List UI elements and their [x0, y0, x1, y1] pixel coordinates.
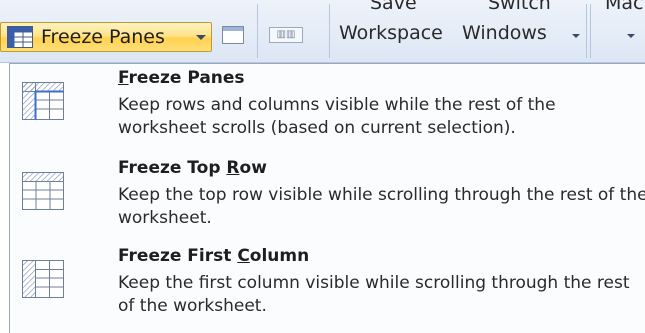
ribbon-separator — [329, 4, 330, 58]
ribbon-separator — [586, 4, 587, 58]
title-text: reeze Panes — [128, 68, 245, 88]
freeze-top-row-icon — [22, 172, 64, 214]
menu-item-freeze-panes[interactable]: Freeze Panes Keep rows and columns visib… — [10, 68, 645, 154]
freeze-panes-menu: Freeze Panes Keep rows and columns visib… — [9, 63, 645, 333]
title-text: Freeze First — [118, 246, 238, 266]
menu-item-description: Keep rows and columns visible while the … — [118, 95, 556, 138]
switch-windows-label-top: Switch — [488, 0, 551, 14]
freeze-panes-icon — [7, 26, 33, 52]
accelerator-key: R — [226, 158, 240, 178]
side-by-side-icon[interactable]: ▥▥ — [269, 27, 303, 43]
title-text: olumn — [249, 246, 310, 266]
freeze-first-column-icon — [22, 260, 64, 302]
accelerator-key: F — [118, 68, 129, 88]
chevron-down-icon — [196, 35, 206, 40]
menu-item-description: Keep the top row visible while scrolling… — [118, 185, 645, 228]
accelerator-key: C — [237, 246, 250, 266]
menu-item-freeze-top-row[interactable]: Freeze Top Row Keep the top row visible … — [10, 158, 645, 238]
ribbon-separator — [257, 4, 258, 58]
save-workspace-label-top: Save — [370, 0, 417, 14]
macros-label-partial[interactable]: Mac — [605, 0, 643, 14]
menu-item-freeze-first-column[interactable]: Freeze First Column Keep the first colum… — [10, 246, 645, 326]
menu-item-title: Freeze Top Row — [118, 158, 267, 178]
freeze-panes-button[interactable]: Freeze Panes — [0, 22, 212, 52]
title-text: Freeze Top — [118, 158, 227, 178]
chevron-down-icon — [572, 34, 580, 38]
menu-item-description: Keep the first column visible while scro… — [118, 273, 630, 316]
menu-item-title: Freeze First Column — [118, 246, 309, 266]
ribbon-window-group: Freeze Panes ▥▥ Save Workspace Switch Wi… — [0, 0, 645, 63]
switch-windows-button[interactable]: Windows — [462, 22, 547, 44]
save-workspace-button[interactable]: Workspace — [339, 22, 443, 44]
chevron-down-icon — [627, 34, 635, 38]
menu-item-title: Freeze Panes — [118, 68, 245, 88]
ribbon-separator — [590, 4, 591, 58]
freeze-panes-icon — [22, 82, 64, 124]
freeze-panes-button-label: Freeze Panes — [41, 26, 165, 48]
split-window-icon[interactable] — [222, 26, 244, 44]
title-text: ow — [239, 158, 267, 178]
